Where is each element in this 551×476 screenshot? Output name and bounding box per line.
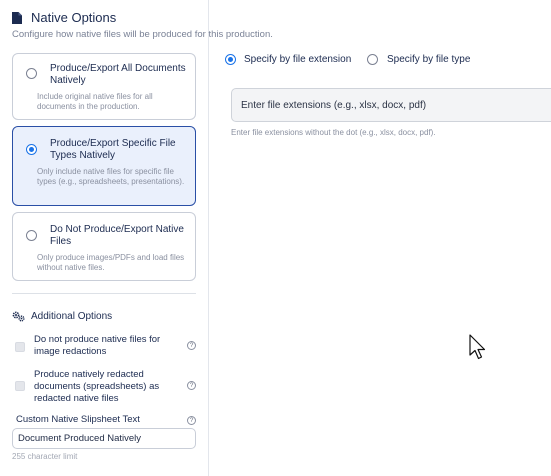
option-description: Only produce images/PDFs and load files … (37, 253, 185, 272)
option-description: Only include native files for specific f… (37, 167, 185, 186)
gears-icon (12, 311, 25, 322)
slipsheet-text-input[interactable] (12, 428, 196, 449)
help-icon[interactable]: ? (187, 416, 196, 425)
section-header: Native Options (12, 10, 116, 25)
left-panel: Native Options Configure how native file… (0, 0, 273, 476)
file-extensions-hint: Enter file extensions without the dot (e… (231, 128, 436, 137)
file-extensions-input[interactable] (231, 88, 551, 122)
radio-no-native[interactable] (26, 230, 37, 241)
checkbox-label: Do not produce native files for image re… (34, 334, 161, 357)
radio-specific-types[interactable] (26, 144, 37, 155)
specify-by-extension-label[interactable]: Specify by file extension (244, 54, 351, 65)
specify-by-type-label[interactable]: Specify by file type (387, 54, 470, 65)
option-card-no-native[interactable]: Do Not Produce/Export Native Files Only … (12, 212, 196, 281)
page-subtitle: Configure how native files will be produ… (12, 29, 273, 40)
option-title: Produce/Export Specific File Types Nativ… (50, 138, 176, 161)
option-description: Include original native files for all do… (37, 92, 153, 111)
radio-specify-by-extension[interactable] (225, 54, 236, 65)
checkbox-no-native-image-redactions[interactable] (15, 342, 25, 352)
help-icon[interactable]: ? (187, 381, 196, 390)
option-title: Produce/Export All Documents Natively (50, 63, 186, 86)
radio-specify-by-type[interactable] (367, 54, 378, 65)
mouse-cursor-icon (469, 334, 486, 360)
additional-options-label: Additional Options (31, 311, 113, 322)
page-title: Native Options (31, 10, 117, 25)
option-card-specific-types[interactable]: Produce/Export Specific File Types Nativ… (12, 126, 196, 206)
checkbox-natively-redacted[interactable] (15, 381, 25, 391)
additional-options-header: Additional Options (12, 311, 112, 322)
option-title: Do Not Produce/Export Native Files (50, 224, 184, 247)
help-icon[interactable]: ? (187, 341, 196, 350)
radio-all-natively[interactable] (26, 68, 37, 79)
option-card-all-natively[interactable]: Produce/Export All Documents Natively In… (12, 53, 196, 120)
divider (12, 293, 196, 294)
checkbox-label: Produce natively redacted documents (spr… (34, 369, 160, 404)
document-icon (12, 11, 22, 24)
slipsheet-label: Custom Native Slipsheet Text (16, 414, 140, 425)
header-title-row: Native Options (12, 10, 116, 25)
char-limit-text: 255 character limit (12, 452, 78, 461)
